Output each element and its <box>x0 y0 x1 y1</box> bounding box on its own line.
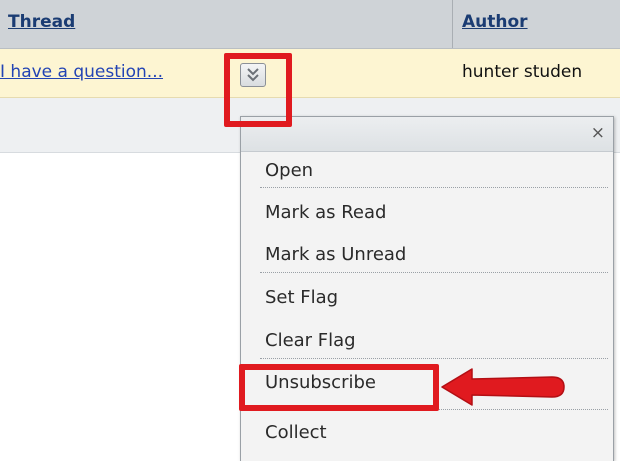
column-divider <box>452 0 453 48</box>
menu-item-mark-as-read[interactable]: Mark as Read <box>265 202 386 223</box>
menu-separator <box>260 187 608 188</box>
arrow-left-icon <box>441 368 565 406</box>
table-header: Thread Author <box>0 0 620 49</box>
author-name: hunter studen <box>462 62 583 82</box>
thread-title-link[interactable]: I have a question... <box>0 62 163 82</box>
menu-separator <box>260 358 608 359</box>
menu-item-open[interactable]: Open <box>265 160 313 181</box>
menu-item-mark-as-unread[interactable]: Mark as Unread <box>265 244 406 265</box>
menu-item-set-flag[interactable]: Set Flag <box>265 287 338 308</box>
thread-column-header[interactable]: Thread <box>8 12 75 32</box>
close-icon[interactable]: × <box>591 123 605 143</box>
menu-separator <box>260 272 608 273</box>
menu-item-collect[interactable]: Collect <box>265 422 327 443</box>
context-menu-titlebar: × <box>241 117 613 152</box>
menu-item-clear-flag[interactable]: Clear Flag <box>265 330 356 351</box>
author-column-header[interactable]: Author <box>462 12 528 32</box>
unsubscribe-highlight-box <box>239 364 439 411</box>
toggle-highlight-box <box>224 53 292 127</box>
